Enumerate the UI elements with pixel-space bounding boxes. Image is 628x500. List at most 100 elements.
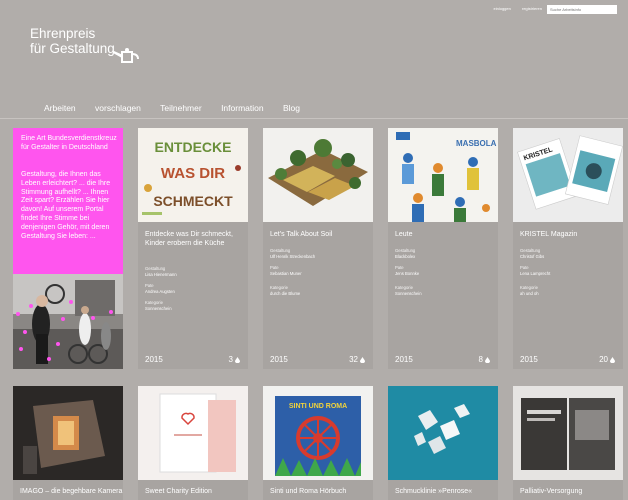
vote-count[interactable]: 8: [479, 355, 490, 364]
card-imago[interactable]: IMAGO – die begehbare Kamera: [13, 386, 123, 500]
nav-item-vorschlagen[interactable]: vorschlagen: [95, 103, 141, 113]
nav-item-blog[interactable]: Blog: [283, 103, 300, 113]
drop-icon: [360, 357, 365, 363]
search-input[interactable]: [547, 5, 617, 14]
card-image-kristel-magazine: KRISTEL: [513, 128, 623, 222]
card-meta-designer: Gestaltung Christof Gibs: [520, 248, 620, 259]
card-title: IMAGO – die begehbare Kamera: [20, 488, 123, 495]
meta-label: Pate: [395, 265, 404, 270]
meta-value: Ulf Henrik Streckenbach: [270, 253, 316, 259]
card-title: Sinti und Roma Hörbuch: [270, 488, 347, 495]
vote-count[interactable]: 3: [229, 355, 240, 364]
meta-value: Sebastian Muner: [270, 270, 302, 276]
meta-value: Christof Gibs: [520, 253, 545, 259]
card-meta-pate: Pate Sebastian Muner: [270, 265, 370, 276]
card-image-camera-room: [13, 386, 123, 480]
svg-text:ENTDECKE: ENTDECKE: [154, 139, 231, 155]
meta-value: ah und oh: [520, 290, 539, 296]
logo-line-2: für Gestaltung: [30, 41, 115, 56]
card-image-charity-book: [138, 386, 248, 480]
card-meta-category: Kategorie durch die Blume: [270, 285, 370, 296]
register-link[interactable]: registrieren: [522, 6, 542, 11]
card-meta-designer: Gestaltung Blackbolex: [395, 248, 495, 259]
card-penrose[interactable]: Schmucklinie »Penrose«: [388, 386, 498, 500]
meta-value: Lena Lamprecht: [520, 270, 551, 276]
meta-label: Kategorie: [270, 285, 288, 290]
meta-label: Pate: [270, 265, 279, 270]
svg-text:SINTI UND ROMA: SINTI UND ROMA: [289, 403, 347, 410]
card-image-people-illustration: MASBOLA: [388, 128, 498, 222]
vote-count-value: 8: [478, 355, 483, 364]
vote-count[interactable]: 20: [599, 355, 615, 364]
card-title: Sweet Charity Edition: [145, 488, 212, 495]
svg-text:MASBOLA: MASBOLA: [456, 139, 497, 148]
drop-icon: [485, 357, 490, 363]
meta-label: Kategorie: [145, 300, 163, 305]
nav-divider: [0, 118, 628, 119]
login-link[interactable]: einloggen: [494, 6, 511, 11]
card-meta-pate: Pate Jens Bonnke: [395, 265, 495, 276]
card-lets-talk-about-soil[interactable]: Let's Talk About Soil Gestaltung Ulf Henr…: [263, 128, 373, 369]
promo-box[interactable]: Eine Art Bundesverdienstkreuz für Gestal…: [13, 128, 123, 274]
card-sweet-charity[interactable]: Sweet Charity Edition: [138, 386, 248, 500]
card-title: Leute: [395, 231, 413, 238]
meta-label: Pate: [145, 283, 154, 288]
card-image-jewelry: [388, 386, 498, 480]
card-meta-category: Kategorie ah und oh: [520, 285, 620, 296]
card-palliativ[interactable]: Palliativ-Versorgung: [513, 386, 623, 500]
card-entdecke[interactable]: ENTDECKE WAS DIR SCHMECKT Entdecke was D…: [138, 128, 248, 369]
nav-item-teilnehmer[interactable]: Teilnehmer: [160, 103, 202, 113]
meta-label: Gestaltung: [270, 248, 291, 253]
card-sinti-roma[interactable]: SINTI UND ROMA Sinti und Roma Hörbuch: [263, 386, 373, 500]
meta-label: Pate: [520, 265, 529, 270]
card-title: KRISTEL Magazin: [520, 231, 578, 238]
meta-value: Sonnenschein: [395, 290, 422, 296]
card-meta-pate: Pate Andrea Augsten: [145, 283, 245, 294]
card-year: 2015: [145, 355, 163, 364]
drop-icon: [235, 357, 240, 363]
nav-item-arbeiten[interactable]: Arbeiten: [44, 103, 76, 113]
card-image-audiobook-cover: SINTI UND ROMA: [263, 386, 373, 480]
vote-count[interactable]: 32: [349, 355, 365, 364]
meta-value: Andrea Augsten: [145, 288, 175, 294]
site-logo[interactable]: Ehrenpreis für Gestaltung: [30, 26, 115, 56]
svg-text:SCHMECKT: SCHMECKT: [153, 193, 233, 209]
meta-label: Kategorie: [520, 285, 538, 290]
card-meta-category: Kategorie Sonnenschein: [395, 285, 495, 296]
card-leute[interactable]: MASBOLA Leute Gestaltung Blackbolex Pate J…: [388, 128, 498, 369]
card-year: 2015: [395, 355, 413, 364]
meta-value: Lisa Hienermann: [145, 271, 177, 277]
meta-value: Jens Bonnke: [395, 270, 420, 276]
main-nav: Arbeiten vorschlagen Teilnehmer Informat…: [44, 103, 317, 113]
card-year: 2015: [520, 355, 538, 364]
promo-body: Gestaltung, die Ihnen das Leben erleicht…: [21, 171, 111, 240]
card-title: Entdecke was Dir schmeckt, Kinder erober…: [145, 231, 233, 247]
vote-count-value: 32: [349, 355, 358, 364]
card-title: Let's Talk About Soil: [270, 231, 333, 238]
top-links: einloggen registrieren: [484, 6, 543, 11]
meta-value: durch die Blume: [270, 290, 301, 296]
meta-label: Gestaltung: [145, 266, 166, 271]
card-title: Palliativ-Versorgung: [520, 488, 583, 495]
meta-label: Kategorie: [395, 285, 413, 290]
drop-icon: [610, 357, 615, 363]
promo-heading: Eine Art Bundesverdienstkreuz für Gestal…: [21, 135, 117, 151]
meta-value: Blackbolex: [395, 253, 416, 259]
card-meta-category: Kategorie Sonnenschein: [145, 300, 245, 311]
card-kristel-magazin[interactable]: KRISTEL KRISTEL Magazin Gestaltung Christ…: [513, 128, 623, 369]
card-meta-designer: Gestaltung Lisa Hienermann: [145, 266, 245, 277]
card-title: Schmucklinie »Penrose«: [395, 488, 473, 495]
nav-item-information[interactable]: Information: [221, 103, 264, 113]
logo-line-1: Ehrenpreis: [30, 26, 96, 41]
street-photo: [13, 274, 123, 369]
card-year: 2015: [270, 355, 288, 364]
watering-can-icon: [113, 48, 139, 63]
card-image-food-letters: ENTDECKE WAS DIR SCHMECKT: [138, 128, 248, 222]
vote-count-value: 3: [228, 355, 233, 364]
card-meta-pate: Pate Lena Lamprecht: [520, 265, 620, 276]
svg-text:WAS DIR: WAS DIR: [161, 165, 225, 182]
card-image-brochure: [513, 386, 623, 480]
vote-count-value: 20: [599, 355, 608, 364]
card-meta-designer: Gestaltung Ulf Henrik Streckenbach: [270, 248, 370, 259]
meta-label: Gestaltung: [520, 248, 541, 253]
